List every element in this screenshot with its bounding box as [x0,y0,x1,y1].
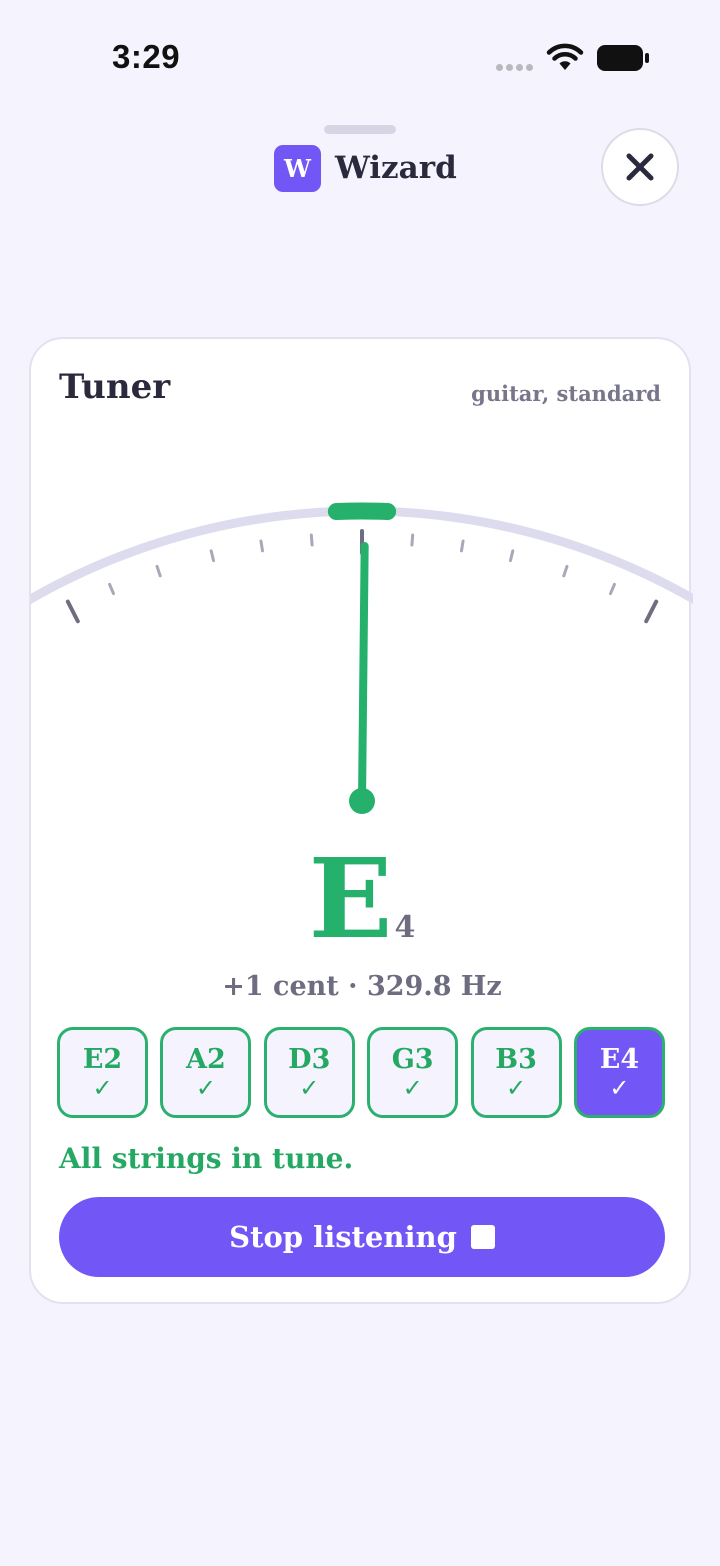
stop-icon [470,1225,495,1249]
note-letter: E [308,834,393,963]
tuner-screen: 3:29 W Wizard Tuner guitar, standard E4 [0,0,720,1566]
app-name: Wizard [335,150,457,186]
status-bar: 3:29 [0,0,720,110]
sheet-grab-handle[interactable] [324,125,396,134]
tuning-needle [358,542,369,805]
status-time: 3:29 [112,38,181,75]
app-logo: W [274,144,321,192]
string-chip-label: B3 [495,1043,537,1075]
string-chip-label: E2 [82,1043,123,1075]
detected-note: E4 [31,844,693,954]
string-chip-a2[interactable]: A2 ✓ [160,1027,252,1118]
gauge-tick [644,599,659,624]
gauge-tick [508,549,515,563]
checkmark-icon: ✓ [609,1073,630,1102]
gauge-tick [155,564,162,578]
checkmark-icon: ✓ [506,1073,527,1102]
gauge-tick [65,599,80,624]
checkmark-icon: ✓ [402,1073,423,1102]
stop-listening-label: Stop listening [229,1220,457,1254]
app-title: W Wizard [274,144,457,192]
string-chip-d3[interactable]: D3 ✓ [263,1027,355,1118]
checkmark-icon: ✓ [92,1073,113,1102]
tuning-gauge [31,502,693,814]
string-chip-label: G3 [391,1043,434,1075]
cellular-signal-icon [496,64,533,71]
tuning-readout: +1 cent · 329.8 Hz [222,971,502,1002]
close-button[interactable] [601,128,679,206]
gauge-tick [459,539,465,553]
gauge-tick [309,533,314,547]
string-chip-b3[interactable]: B3 ✓ [470,1027,562,1118]
close-icon [626,153,654,181]
battery-icon [597,45,649,71]
string-chip-label: E4 [599,1043,640,1075]
gauge-tick [259,539,265,553]
gauge-tick [209,549,216,563]
checkmark-icon: ✓ [195,1073,216,1102]
needle-pivot [349,788,375,814]
tuner-card: Tuner guitar, standard E4 +1 cent · 329.… [29,337,693,1304]
gauge-tick [609,582,616,596]
string-chip-label: D3 [288,1043,331,1075]
string-chip-g3[interactable]: G3 ✓ [367,1027,459,1118]
stop-listening-button[interactable]: Stop listening [59,1197,665,1277]
gauge-tick [410,533,415,547]
gauge-tick [108,582,115,596]
status-message: All strings in tune. [59,1142,354,1175]
string-chip-e2[interactable]: E2 ✓ [57,1027,148,1118]
note-octave: 4 [394,910,416,945]
string-selector: E2 ✓ A2 ✓ D3 ✓ G3 ✓ B3 ✓ E4 ✓ [57,1027,665,1118]
checkmark-icon: ✓ [299,1073,320,1102]
wifi-icon [546,43,584,70]
string-chip-label: A2 [186,1043,226,1075]
gauge-tick [562,564,569,578]
string-chip-e4[interactable]: E4 ✓ [573,1027,665,1118]
